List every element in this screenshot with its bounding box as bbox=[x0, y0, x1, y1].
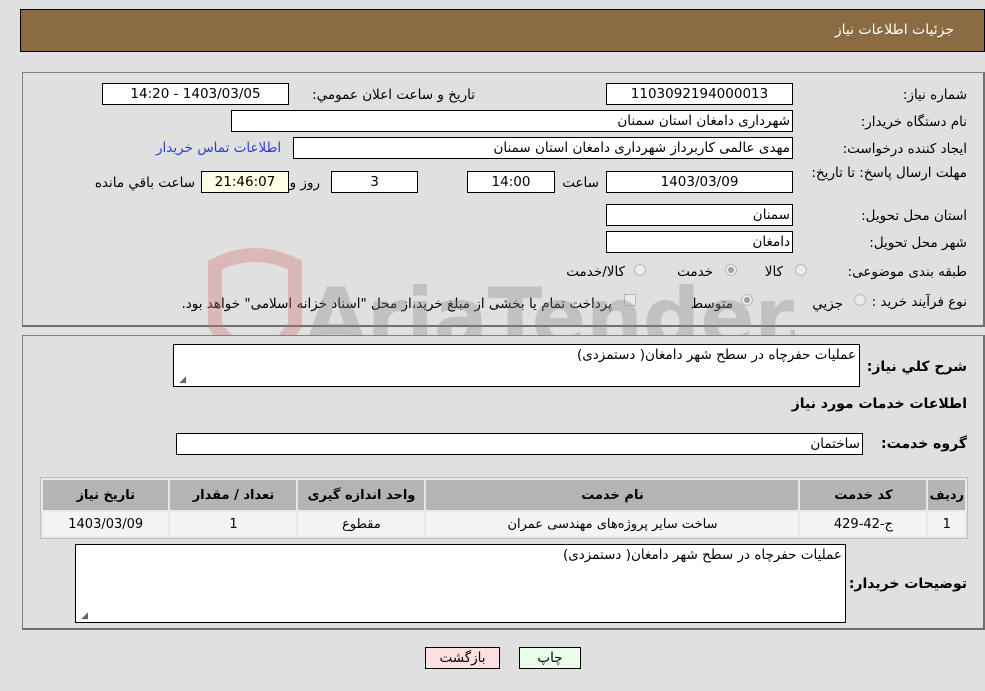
cell-unit: مقطوع bbox=[298, 512, 425, 536]
buyer-notes-textarea[interactable]: عملیات حفرچاه در سطح شهر دامغان( دستمزدی… bbox=[75, 544, 846, 623]
cell-need-date: 1403/03/09 bbox=[43, 512, 169, 536]
deadline-time-field[interactable]: 14:00 bbox=[467, 171, 555, 193]
buyer-contact-link[interactable]: اطلاعات تماس خریدار bbox=[156, 140, 281, 156]
city-label: شهر محل تحویل: bbox=[869, 235, 967, 251]
creator-field[interactable]: مهدی عالمی کاربرداز شهرداری دامغان استان… bbox=[293, 137, 793, 159]
col-service-code: کد خدمت bbox=[800, 480, 927, 510]
need-number-field[interactable]: 1103092194000013 bbox=[606, 83, 793, 105]
buyer-org-field[interactable]: شهرداری دامغان استان سمنان bbox=[231, 110, 793, 132]
creator-label: ایجاد کننده درخواست: bbox=[842, 141, 967, 157]
remaining-days-field[interactable]: 3 bbox=[331, 171, 418, 193]
category-radio-goods[interactable] bbox=[795, 264, 807, 276]
resize-grip-icon[interactable]: ◢ bbox=[78, 611, 88, 621]
category-label: طبقه بندی موضوعی: bbox=[847, 264, 967, 280]
category-radio-service[interactable] bbox=[725, 264, 737, 276]
service-group-field[interactable]: ساختمان bbox=[176, 433, 863, 455]
col-row-number: ردیف bbox=[928, 480, 965, 510]
page-title: جزئیات اطلاعات نیاز bbox=[834, 22, 954, 38]
need-number-label: شماره نیاز: bbox=[902, 87, 967, 103]
col-unit: واحد اندازه گیری bbox=[298, 480, 425, 510]
days-label: روز و bbox=[289, 175, 320, 191]
page-header: جزئیات اطلاعات نیاز bbox=[20, 9, 985, 52]
back-button[interactable]: بازگشت bbox=[425, 647, 500, 669]
treasury-note: پرداخت تمام یا بخشی از مبلغ خرید،از محل … bbox=[181, 296, 612, 312]
buyer-notes-text: عملیات حفرچاه در سطح شهر دامغان( دستمزدی… bbox=[562, 547, 842, 563]
print-button[interactable]: چاپ bbox=[519, 647, 581, 669]
announce-label: تاريخ و ساعت اعلان عمومي: bbox=[312, 87, 475, 103]
purchase-radio-minor[interactable] bbox=[854, 294, 866, 306]
table-header-row: ردیف کد خدمت نام خدمت واحد اندازه گیری ت… bbox=[43, 480, 965, 510]
cell-service-code: ج-42-429 bbox=[800, 512, 927, 536]
announce-datetime-field[interactable]: 1403/03/05 - 14:20 bbox=[102, 83, 289, 105]
col-quantity: تعداد / مقدار bbox=[170, 480, 297, 510]
resize-grip-icon[interactable]: ◢ bbox=[176, 375, 186, 385]
city-field[interactable]: دامغان bbox=[606, 231, 793, 253]
general-desc-textarea[interactable]: عملیات حفرچاه در سطح شهر دامغان( دستمزدی… bbox=[173, 344, 860, 387]
general-desc-label: شرح کلي نیاز: bbox=[866, 359, 967, 375]
purchase-radio-medium[interactable] bbox=[741, 294, 753, 306]
category-option-goods-service: کالا/خدمت bbox=[566, 264, 625, 280]
cell-service-name: ساخت سایر پروژه‌های مهندسی عمران bbox=[426, 512, 799, 536]
category-radio-goods-service[interactable] bbox=[634, 264, 646, 276]
services-section-title: اطلاعات خدمات مورد نیاز bbox=[791, 396, 967, 412]
col-need-date: تاریخ نیاز bbox=[43, 480, 169, 510]
deadline-label: مهلت ارسال پاسخ: تا تاریخ: bbox=[811, 165, 967, 181]
category-option-goods: کالا bbox=[764, 264, 783, 280]
deadline-date-field[interactable]: 1403/03/09 bbox=[606, 171, 793, 193]
services-table: ردیف کد خدمت نام خدمت واحد اندازه گیری ت… bbox=[40, 477, 968, 539]
purchase-option-minor: جزيي bbox=[812, 296, 843, 312]
province-field[interactable]: سمنان bbox=[606, 204, 793, 226]
remaining-time-field[interactable]: 21:46:07 bbox=[201, 171, 289, 193]
province-label: استان محل تحویل: bbox=[861, 208, 967, 224]
service-group-label: گروه خدمت: bbox=[881, 436, 967, 452]
treasury-checkbox[interactable] bbox=[624, 294, 636, 306]
buyer-notes-label: توضیحات خریدار: bbox=[848, 576, 967, 592]
purchase-type-label: نوع فرآیند خرید : bbox=[871, 294, 967, 310]
general-desc-text: عملیات حفرچاه در سطح شهر دامغان( دستمزدی… bbox=[576, 347, 856, 363]
deadline-time-label: ساعت bbox=[562, 175, 599, 191]
purchase-option-medium: متوسط bbox=[690, 296, 733, 312]
table-row: 1 ج-42-429 ساخت سایر پروژه‌های مهندسی عم… bbox=[43, 512, 965, 536]
remaining-label: ساعت باقي مانده bbox=[94, 175, 195, 191]
buyer-org-label: نام دستگاه خریدار: bbox=[860, 114, 967, 130]
cell-quantity: 1 bbox=[170, 512, 297, 536]
col-service-name: نام خدمت bbox=[426, 480, 799, 510]
cell-row-number: 1 bbox=[928, 512, 965, 536]
category-option-service: خدمت bbox=[677, 264, 713, 280]
